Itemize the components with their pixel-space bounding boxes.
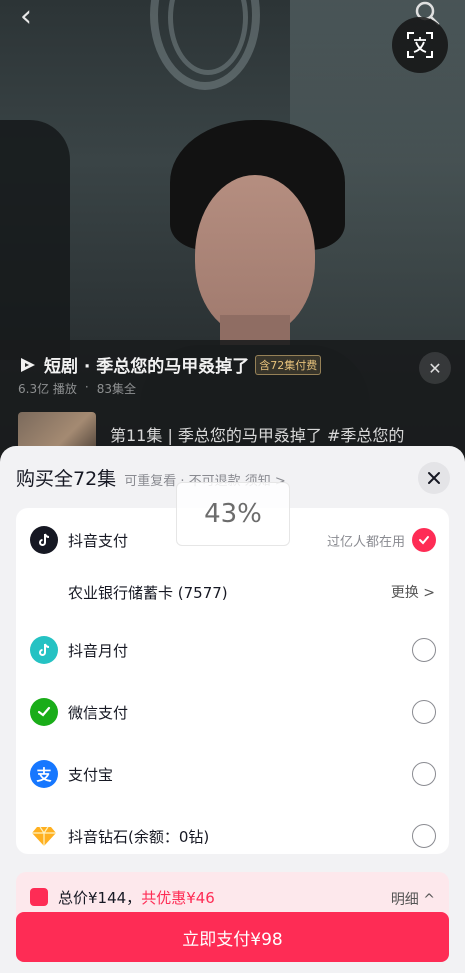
change-card-link[interactable]: 更换 > bbox=[391, 582, 435, 602]
unselected-radio[interactable] bbox=[412, 700, 436, 724]
play-count: 6.3亿 播放 bbox=[18, 382, 77, 396]
price-detail-toggle[interactable]: 明细 ^ bbox=[391, 889, 435, 909]
drama-info-bar: 短剧 · 季总您的马甲叒掉了 含72集付费 6.3亿 播放 · 83集全 ✕ 第… bbox=[0, 340, 465, 460]
total-discount: 共优惠¥46 bbox=[141, 889, 215, 907]
total-price-text: 总价¥144，共优惠¥46 bbox=[58, 887, 215, 908]
payment-method-hint: 过亿人都在用 bbox=[326, 534, 405, 550]
douyin-pay-icon bbox=[30, 526, 58, 554]
close-icon bbox=[428, 472, 440, 484]
bank-card-row[interactable]: 农业银行储蓄卡 (7577) 更换 > bbox=[16, 562, 449, 622]
unselected-radio[interactable] bbox=[412, 638, 436, 662]
payment-method-label: 支付宝 bbox=[68, 765, 114, 784]
translate-icon bbox=[407, 32, 433, 58]
background-figure bbox=[0, 120, 70, 360]
video-player[interactable]: ‹ 短剧 · 季总您的马甲叒掉了 含72集付费 6.3亿 播放 · 83集全 ✕… bbox=[0, 0, 465, 460]
payment-method-label: 抖音月付 bbox=[68, 641, 129, 660]
checkmark-icon bbox=[419, 536, 429, 545]
drama-title[interactable]: 短剧 · 季总您的马甲叒掉了 bbox=[44, 352, 249, 377]
payment-method-label: 抖音钻石(余额：0钻) bbox=[68, 827, 210, 846]
payment-method-diamond[interactable]: 抖音钻石(余额：0钻) bbox=[16, 806, 449, 866]
meta-separator: · bbox=[84, 380, 89, 394]
episode-count: 83集全 bbox=[96, 382, 137, 396]
diamond-icon bbox=[30, 822, 58, 850]
bank-card-label: 农业银行储蓄卡 (7577) bbox=[68, 583, 228, 602]
payment-method-wechat[interactable]: 微信支付 bbox=[16, 682, 449, 742]
pay-now-button[interactable]: 立即支付¥98 bbox=[16, 912, 449, 962]
translate-button[interactable] bbox=[392, 17, 448, 73]
unselected-radio[interactable] bbox=[412, 824, 436, 848]
unselected-radio[interactable] bbox=[412, 762, 436, 786]
short-drama-logo-icon bbox=[21, 357, 35, 372]
episode-title[interactable]: 第11集 | 季总您的马甲叒掉了 #季总您的 bbox=[110, 422, 404, 446]
actress-face bbox=[195, 175, 315, 335]
total-price: 总价¥144， bbox=[58, 889, 142, 907]
alipay-icon: 支 bbox=[30, 760, 58, 788]
close-drama-bar-button[interactable]: ✕ bbox=[419, 352, 451, 384]
close-icon: ✕ bbox=[428, 358, 442, 378]
loading-progress-indicator: 43% bbox=[176, 482, 290, 546]
back-icon[interactable]: ‹ bbox=[20, 2, 32, 32]
price-tag-icon bbox=[30, 888, 48, 906]
wechat-pay-icon bbox=[30, 698, 58, 726]
close-sheet-button[interactable] bbox=[418, 462, 450, 494]
payment-methods-card: 抖音支付 过亿人都在用 农业银行储蓄卡 (7577) 更换 > 抖音月付 微信支… bbox=[16, 508, 449, 854]
douyin-monthly-pay-icon bbox=[30, 636, 58, 664]
paid-episodes-badge: 含72集付费 bbox=[255, 354, 322, 375]
payment-method-label: 抖音支付 bbox=[68, 531, 129, 550]
payment-method-alipay[interactable]: 支 支付宝 bbox=[16, 744, 449, 804]
selected-radio[interactable] bbox=[412, 528, 436, 552]
payment-method-label: 微信支付 bbox=[68, 703, 129, 722]
sheet-title: 购买全72集 bbox=[16, 468, 117, 490]
payment-method-douyin-monthly[interactable]: 抖音月付 bbox=[16, 620, 449, 680]
